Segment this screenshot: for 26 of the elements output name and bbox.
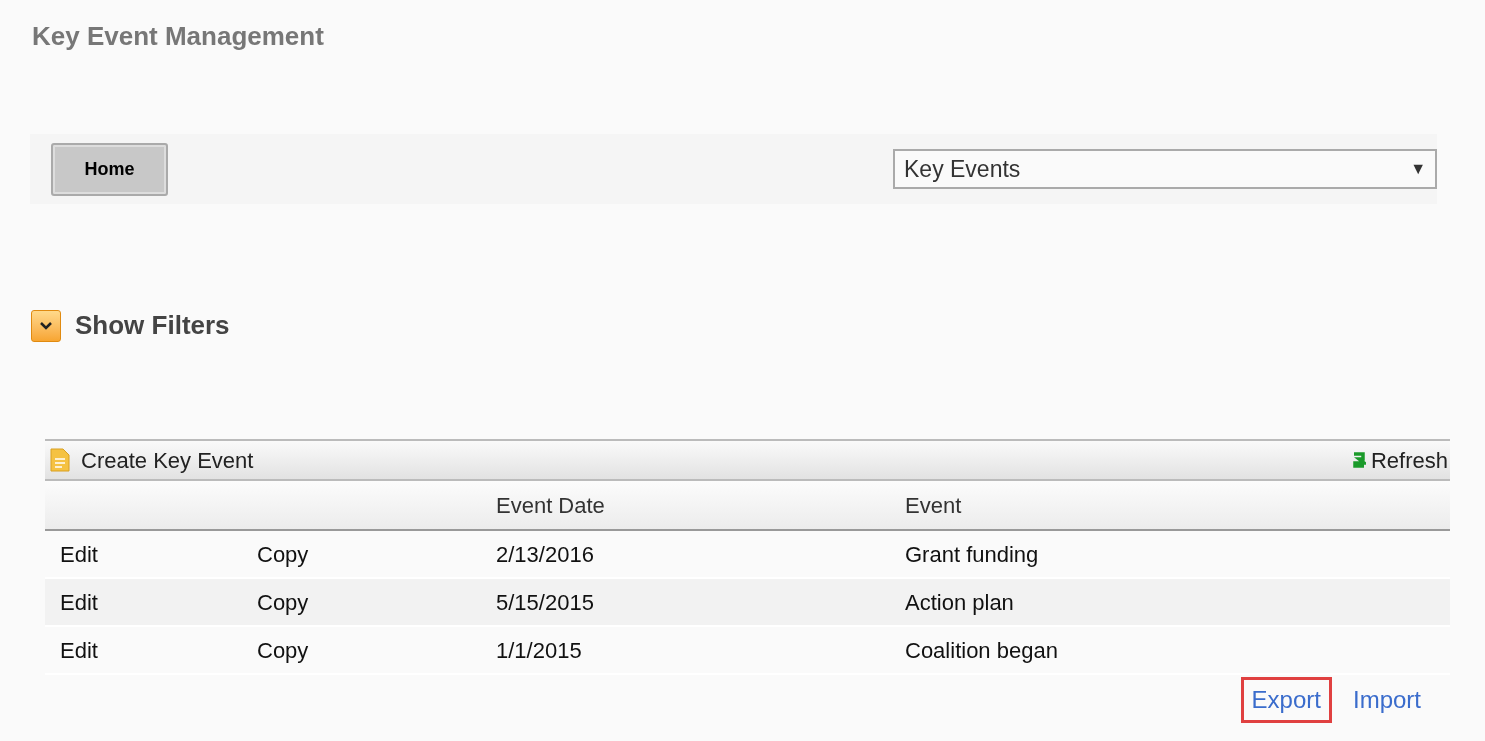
copy-link[interactable]: Copy (257, 589, 309, 615)
table-cell: 1/1/2015 (496, 637, 582, 663)
chevron-icon (40, 321, 52, 330)
table-cell: 5/15/2015 (496, 589, 594, 615)
table-cell: Action plan (905, 589, 1014, 615)
footer-link[interactable]: Export (1240, 677, 1332, 723)
table-cell: Grant funding (905, 541, 1039, 567)
home-button[interactable]: Home (51, 142, 168, 196)
edit-link[interactable]: Edit (60, 589, 98, 615)
table-cell: Coalition began (905, 637, 1058, 663)
expand-toggle[interactable] (31, 309, 61, 342)
column-header: Event Date (496, 492, 605, 518)
document-icon (49, 447, 71, 473)
footer-link[interactable]: Import (1342, 677, 1432, 723)
table-cell: 2/13/2016 (496, 541, 594, 567)
create-button[interactable]: Create Key Event (49, 443, 254, 477)
copy-link[interactable]: Copy (257, 541, 309, 567)
edit-link[interactable]: Edit (60, 637, 98, 663)
edit-link[interactable]: Edit (60, 541, 98, 567)
page-title: Key Event Management (32, 20, 324, 52)
refresh-button[interactable]: Refresh (1351, 443, 1448, 477)
dropdown-arrow: ▼ (1410, 159, 1426, 179)
copy-link[interactable]: Copy (257, 637, 309, 663)
filters-label: Show Filters (75, 309, 230, 342)
column-header: Event (905, 492, 962, 518)
view-select[interactable]: Key Events ▼ (893, 149, 1437, 189)
